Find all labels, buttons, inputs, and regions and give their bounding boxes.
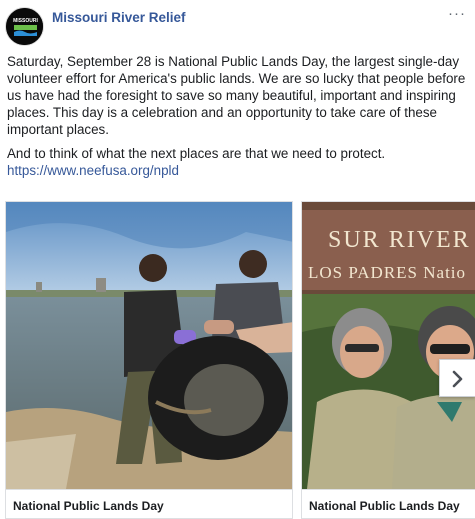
post-header: MISSOURI Missouri River Relief ··· xyxy=(5,5,470,47)
npld-link[interactable]: https://www.neefusa.org/npld xyxy=(7,163,179,178)
sign-line-2: LOS PADRES Natio xyxy=(308,263,466,282)
avatar-logo-text: MISSOURI xyxy=(13,18,38,24)
photo-carousel: National Public Lands Day SUR RIVER LOS … xyxy=(5,201,475,519)
post-paragraph-2-text: And to think of what the next places are… xyxy=(7,146,386,161)
card-2-caption: National Public Lands Day xyxy=(302,489,475,518)
post-paragraph-1: Saturday, September 28 is National Publi… xyxy=(7,54,466,137)
post-paragraph-2: And to think of what the next places are… xyxy=(7,145,469,179)
rangers-sign-photo: SUR RIVER LOS PADRES Natio xyxy=(302,202,475,489)
volunteers-river-photo xyxy=(6,202,292,489)
carousel-card-1[interactable]: National Public Lands Day xyxy=(5,201,293,519)
post-body: Saturday, September 28 is National Publi… xyxy=(7,53,469,186)
sign-line-1: SUR RIVER xyxy=(328,227,471,253)
card-1-caption: National Public Lands Day xyxy=(6,489,292,518)
more-options-icon[interactable]: ··· xyxy=(448,5,466,22)
page-avatar[interactable]: MISSOURI xyxy=(5,7,44,46)
page-name-link[interactable]: Missouri River Relief xyxy=(52,10,186,25)
chevron-right-icon xyxy=(452,370,463,388)
carousel-next-button[interactable] xyxy=(439,359,475,397)
